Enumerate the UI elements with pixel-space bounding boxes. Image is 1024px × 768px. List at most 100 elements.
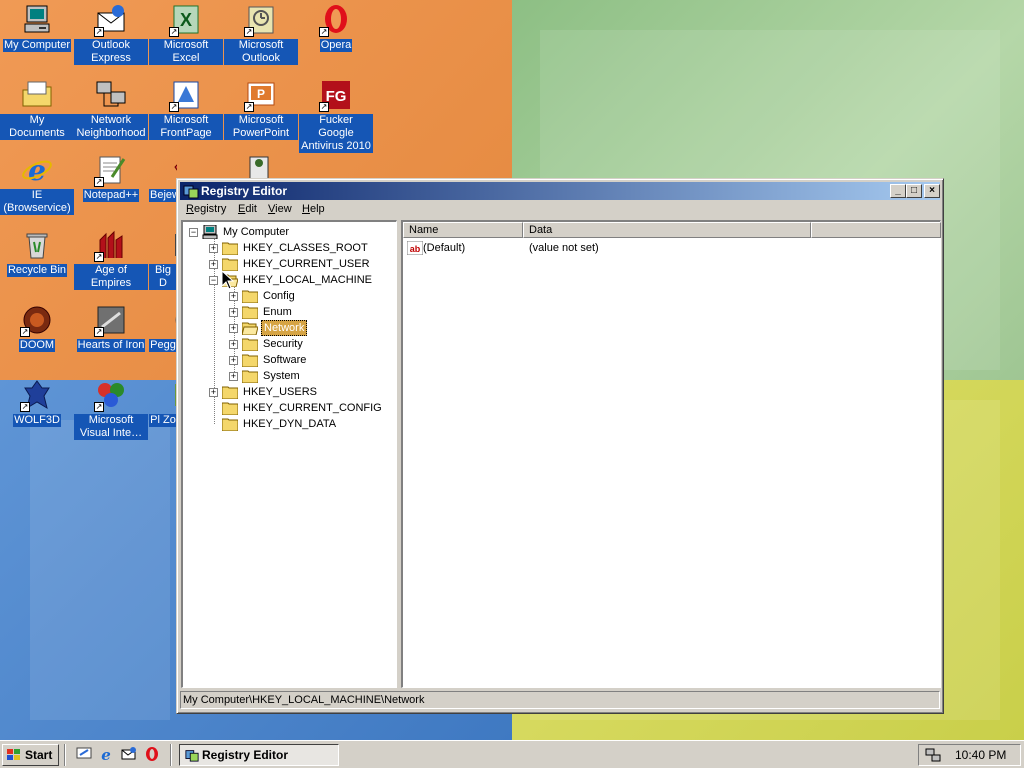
desktop-icon-excel[interactable]: X ↗ Microsoft Excel [149, 3, 223, 65]
network-neighborhood-icon [94, 78, 128, 112]
maximize-button[interactable]: □ [906, 184, 922, 198]
desktop-icon-network-neighborhood[interactable]: Network Neighborhood [74, 78, 148, 140]
registry-tree[interactable]: − My Computer + HKEY_CLASSES_ROOT + HKEY… [181, 220, 397, 688]
menu-bar: Registry Edit View Help [180, 201, 940, 219]
expand-toggle[interactable]: + [229, 372, 238, 381]
internet-explorer-quicklaunch-icon[interactable]: e [98, 746, 114, 764]
outlook-icon: ↗ [244, 3, 278, 37]
desktop-icon-age-of-empires[interactable]: ↗ Age of Empires [74, 228, 148, 290]
value-name: (Default) [423, 242, 466, 254]
desktop-icon-frontpage[interactable]: ↗ Microsoft FrontPage [149, 78, 223, 140]
menu-registry[interactable]: Registry [186, 203, 226, 215]
value-row[interactable]: ab (Default) (value not set) [405, 240, 925, 256]
taskbar-button-registry-editor[interactable]: Registry Editor [179, 744, 339, 766]
expand-toggle[interactable]: + [229, 324, 238, 333]
notepad-plus-plus-icon: ↗ [94, 153, 128, 187]
desktop-icon-fg-antivirus[interactable]: FG ↗ Fucker Google Antivirus 2010 [299, 78, 373, 153]
svg-text:e: e [101, 746, 111, 762]
menu-view[interactable]: View [268, 203, 292, 215]
folder-icon [221, 417, 239, 432]
status-bar: My Computer\HKEY_LOCAL_MACHINE\Network [180, 691, 940, 709]
desktop-icon-powerpoint[interactable]: P ↗ Microsoft PowerPoint [224, 78, 298, 140]
hearts-of-iron-icon: ↗ [94, 303, 128, 337]
desktop-icon-pl-zo[interactable]: Pl Zo [149, 378, 177, 427]
string-value-icon: ab [406, 240, 424, 256]
my-computer-icon [20, 3, 54, 37]
internet-explorer-icon: e [20, 153, 54, 187]
title-bar[interactable]: Registry Editor _ □ × [180, 182, 940, 200]
desktop-icon-doom[interactable]: ↗ DOOM [0, 303, 74, 352]
frontpage-icon: ↗ [169, 78, 203, 112]
desktop-icon-big-d[interactable]: Big D [149, 228, 177, 290]
desktop-icon-notepad-plus-plus[interactable]: ↗ Notepad++ [74, 153, 148, 202]
age-of-empires-icon: ↗ [94, 228, 128, 262]
expand-toggle[interactable]: + [229, 356, 238, 365]
wallpaper-tile [30, 420, 170, 720]
registry-editor-icon [183, 183, 199, 199]
opera-quicklaunch-icon[interactable] [144, 746, 160, 762]
svg-text:ab: ab [410, 244, 421, 254]
column-header-data[interactable]: Data [523, 222, 811, 238]
desktop-icon-my-computer[interactable]: My Computer [0, 3, 74, 52]
column-header-name[interactable]: Name [403, 222, 523, 238]
svg-text:e: e [28, 154, 46, 187]
desktop-icon-outlook[interactable]: ↗ Microsoft Outlook [224, 3, 298, 65]
desktop-icon-opera[interactable]: ↗ Opera [299, 3, 373, 52]
partial-app-icon [242, 153, 276, 179]
collapse-toggle[interactable]: − [189, 228, 198, 237]
expand-toggle[interactable]: + [229, 308, 238, 317]
clock[interactable]: 10:40 PM [955, 745, 1006, 765]
start-button[interactable]: Start [2, 744, 59, 766]
expand-toggle[interactable]: + [209, 260, 218, 269]
expand-toggle[interactable]: + [229, 340, 238, 349]
close-button[interactable]: × [924, 184, 940, 198]
window-title: Registry Editor [201, 184, 288, 198]
folder-icon [221, 385, 239, 400]
desktop-icon-bejeweled[interactable]: Bejeweled [149, 153, 177, 202]
minimize-button[interactable]: _ [890, 184, 906, 198]
desktop-icon-my-documents[interactable]: My Documents [0, 78, 74, 140]
system-tray: 10:40 PM [918, 744, 1021, 766]
desktop-icon-hearts-of-iron[interactable]: ↗ Hearts of Iron [74, 303, 148, 352]
outlook-express-quicklaunch-icon[interactable] [121, 746, 137, 762]
expand-toggle[interactable]: + [229, 292, 238, 301]
folder-icon [241, 337, 259, 352]
svg-text:X: X [180, 10, 192, 30]
folder-icon [241, 305, 259, 320]
folder-icon [241, 369, 259, 384]
mouse-pointer-icon [221, 269, 235, 290]
desktop-icon-wolf3d[interactable]: ↗ WOLF3D [0, 378, 74, 427]
selected-key-label: Network [261, 320, 308, 336]
menu-edit[interactable]: Edit [238, 203, 257, 215]
recycle-bin-icon [20, 228, 54, 262]
expand-toggle[interactable]: + [209, 244, 218, 253]
menu-help[interactable]: Help [302, 203, 325, 215]
folder-icon [221, 241, 239, 256]
desktop-icon-internet-explorer[interactable]: e IE (Browservice) [0, 153, 74, 215]
desktop-icon-pegg[interactable]: Pegg [149, 303, 177, 352]
powerpoint-icon: P ↗ [244, 78, 278, 112]
collapse-toggle[interactable]: − [209, 276, 218, 285]
outlook-express-icon: ↗ [94, 3, 128, 37]
registry-editor-window[interactable]: Registry Editor _ □ × Registry Edit View… [176, 178, 944, 714]
windows-logo-icon [6, 748, 22, 762]
folder-icon [221, 401, 239, 416]
desktop-icon-partial[interactable] [224, 153, 294, 179]
column-header-blank[interactable] [811, 222, 941, 238]
svg-text:P: P [257, 87, 265, 101]
wolf3d-icon: ↗ [20, 378, 54, 412]
folder-icon [241, 289, 259, 304]
taskbar-separator [64, 744, 66, 766]
values-list[interactable]: Name Data ab (Default) (value not set) [401, 220, 941, 688]
desktop-icon-outlook-express[interactable]: ↗ Outlook Express [74, 3, 148, 65]
folder-icon [221, 257, 239, 272]
computer-icon [202, 224, 218, 240]
show-desktop-icon[interactable] [76, 746, 92, 762]
my-documents-icon [20, 78, 54, 112]
desktop-icon-visual-interdev[interactable]: ↗ Microsoft Visual Inte… [74, 378, 148, 440]
folder-icon [241, 353, 259, 368]
network-tray-icon[interactable] [925, 747, 941, 763]
desktop-icon-recycle-bin[interactable]: Recycle Bin [0, 228, 74, 277]
taskbar: Start e Registry Editor 10:40 PM [0, 740, 1024, 768]
expand-toggle[interactable]: + [209, 388, 218, 397]
